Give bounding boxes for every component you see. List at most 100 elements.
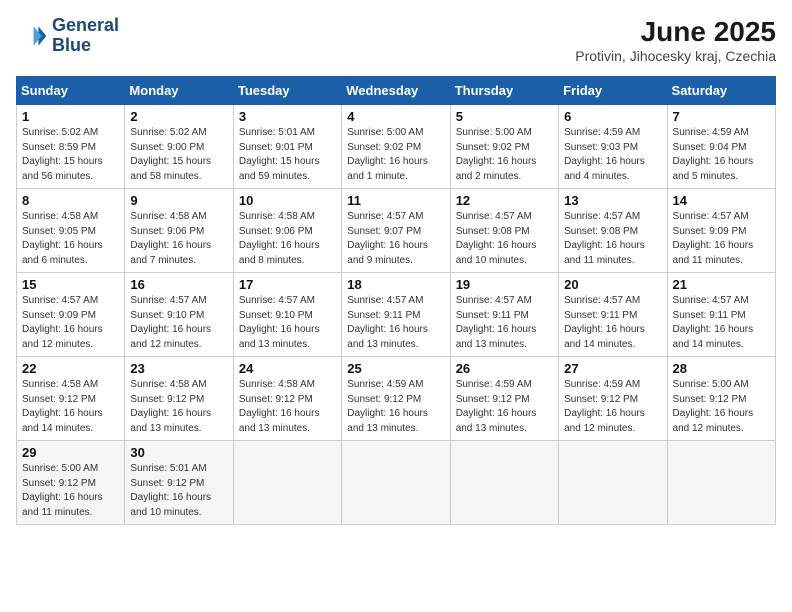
day-info: Sunrise: 5:00 AM Sunset: 9:02 PM Dayligh…	[456, 126, 553, 184]
header-sunday: Sunday	[17, 77, 125, 105]
table-row: 25Sunrise: 4:59 AM Sunset: 9:12 PM Dayli…	[342, 357, 450, 441]
day-number: 5	[456, 109, 553, 124]
day-info: Sunrise: 4:57 AM Sunset: 9:11 PM Dayligh…	[564, 294, 661, 352]
table-row: 3Sunrise: 5:01 AM Sunset: 9:01 PM Daylig…	[233, 105, 341, 189]
day-info: Sunrise: 4:58 AM Sunset: 9:06 PM Dayligh…	[239, 210, 336, 268]
calendar-week-row: 29Sunrise: 5:00 AM Sunset: 9:12 PM Dayli…	[17, 441, 776, 525]
calendar-title-area: June 2025 Protivin, Jihocesky kraj, Czec…	[575, 16, 776, 64]
day-info: Sunrise: 4:59 AM Sunset: 9:04 PM Dayligh…	[673, 126, 770, 184]
logo-icon	[16, 20, 48, 52]
day-info: Sunrise: 4:57 AM Sunset: 9:11 PM Dayligh…	[673, 294, 770, 352]
table-row: 1 Sunrise: 5:02 AM Sunset: 8:59 PM Daylig…	[17, 105, 125, 189]
table-row: 15Sunrise: 4:57 AM Sunset: 9:09 PM Dayli…	[17, 273, 125, 357]
table-row: 6 Sunrise: 4:59 AM Sunset: 9:03 PM Daylig…	[559, 105, 667, 189]
table-row: 21 Sunrise: 4:57 AM Sunset: 9:11 PM Dayli…	[667, 273, 775, 357]
calendar-week-row: 1 Sunrise: 5:02 AM Sunset: 8:59 PM Daylig…	[17, 105, 776, 189]
day-number: 9	[130, 193, 227, 208]
day-number: 25	[347, 361, 444, 376]
empty-cell	[559, 441, 667, 525]
day-info: Sunrise: 4:57 AM Sunset: 9:08 PM Dayligh…	[456, 210, 553, 268]
day-number: 17	[239, 277, 336, 292]
day-number: 6	[564, 109, 661, 124]
table-row: 23 Sunrise: 4:58 AM Sunset: 9:12 PM Dayli…	[125, 357, 233, 441]
table-row: 24 Sunrise: 4:58 AM Sunset: 9:12 PM Dayli…	[233, 357, 341, 441]
day-info: Sunrise: 4:58 AM Sunset: 9:12 PM Dayligh…	[130, 378, 227, 436]
table-row: 9Sunrise: 4:58 AM Sunset: 9:06 PM Daylig…	[125, 189, 233, 273]
weekday-header-row: Sunday Monday Tuesday Wednesday Thursday…	[17, 77, 776, 105]
table-row: 4 Sunrise: 5:00 AM Sunset: 9:02 PM Daylig…	[342, 105, 450, 189]
day-number: 19	[456, 277, 553, 292]
day-number: 24	[239, 361, 336, 376]
calendar-week-row: 8 Sunrise: 4:58 AM Sunset: 9:05 PM Daylig…	[17, 189, 776, 273]
calendar-subtitle: Protivin, Jihocesky kraj, Czechia	[575, 48, 776, 64]
day-number: 28	[673, 361, 770, 376]
day-number: 11	[347, 193, 444, 208]
day-number: 14	[673, 193, 770, 208]
table-row: 14 Sunrise: 4:57 AM Sunset: 9:09 PM Dayli…	[667, 189, 775, 273]
table-row: 16 Sunrise: 4:57 AM Sunset: 9:10 PM Dayli…	[125, 273, 233, 357]
table-row: 26 Sunrise: 4:59 AM Sunset: 9:12 PM Dayli…	[450, 357, 558, 441]
table-row: 29Sunrise: 5:00 AM Sunset: 9:12 PM Dayli…	[17, 441, 125, 525]
empty-cell	[233, 441, 341, 525]
day-number: 10	[239, 193, 336, 208]
day-number: 22	[22, 361, 119, 376]
day-info: Sunrise: 4:58 AM Sunset: 9:12 PM Dayligh…	[22, 378, 119, 436]
table-row: 7Sunrise: 4:59 AM Sunset: 9:04 PM Daylig…	[667, 105, 775, 189]
day-info: Sunrise: 5:00 AM Sunset: 9:12 PM Dayligh…	[673, 378, 770, 436]
day-number: 13	[564, 193, 661, 208]
header-friday: Friday	[559, 77, 667, 105]
empty-cell	[342, 441, 450, 525]
header-saturday: Saturday	[667, 77, 775, 105]
day-number: 16	[130, 277, 227, 292]
day-number: 12	[456, 193, 553, 208]
day-number: 30	[130, 445, 227, 460]
calendar-week-row: 15Sunrise: 4:57 AM Sunset: 9:09 PM Dayli…	[17, 273, 776, 357]
day-info: Sunrise: 4:57 AM Sunset: 9:11 PM Dayligh…	[347, 294, 444, 352]
table-row: 28 Sunrise: 5:00 AM Sunset: 9:12 PM Dayli…	[667, 357, 775, 441]
day-number: 2	[130, 109, 227, 124]
day-info: Sunrise: 5:01 AM Sunset: 9:12 PM Dayligh…	[130, 462, 227, 520]
table-row: 18Sunrise: 4:57 AM Sunset: 9:11 PM Dayli…	[342, 273, 450, 357]
day-info: Sunrise: 5:00 AM Sunset: 9:12 PM Dayligh…	[22, 462, 119, 520]
day-number: 4	[347, 109, 444, 124]
day-info: Sunrise: 4:57 AM Sunset: 9:10 PM Dayligh…	[239, 294, 336, 352]
table-row: 17 Sunrise: 4:57 AM Sunset: 9:10 PM Dayli…	[233, 273, 341, 357]
calendar-week-row: 22 Sunrise: 4:58 AM Sunset: 9:12 PM Dayli…	[17, 357, 776, 441]
day-info: Sunrise: 4:57 AM Sunset: 9:11 PM Dayligh…	[456, 294, 553, 352]
day-number: 21	[673, 277, 770, 292]
day-info: Sunrise: 5:01 AM Sunset: 9:01 PM Dayligh…	[239, 126, 336, 184]
day-info: Sunrise: 4:57 AM Sunset: 9:09 PM Dayligh…	[22, 294, 119, 352]
empty-cell	[450, 441, 558, 525]
header-tuesday: Tuesday	[233, 77, 341, 105]
table-row: 19 Sunrise: 4:57 AM Sunset: 9:11 PM Dayli…	[450, 273, 558, 357]
logo-text: General Blue	[52, 16, 119, 56]
day-number: 27	[564, 361, 661, 376]
day-info: Sunrise: 4:57 AM Sunset: 9:08 PM Dayligh…	[564, 210, 661, 268]
day-info: Sunrise: 5:02 AM Sunset: 8:59 PM Dayligh…	[22, 126, 119, 184]
table-row: 10 Sunrise: 4:58 AM Sunset: 9:06 PM Dayli…	[233, 189, 341, 273]
table-row: 11Sunrise: 4:57 AM Sunset: 9:07 PM Dayli…	[342, 189, 450, 273]
table-row: 8 Sunrise: 4:58 AM Sunset: 9:05 PM Daylig…	[17, 189, 125, 273]
day-info: Sunrise: 4:59 AM Sunset: 9:12 PM Dayligh…	[564, 378, 661, 436]
day-info: Sunrise: 5:00 AM Sunset: 9:02 PM Dayligh…	[347, 126, 444, 184]
day-info: Sunrise: 4:57 AM Sunset: 9:09 PM Dayligh…	[673, 210, 770, 268]
day-info: Sunrise: 4:59 AM Sunset: 9:03 PM Dayligh…	[564, 126, 661, 184]
table-row: 13 Sunrise: 4:57 AM Sunset: 9:08 PM Dayli…	[559, 189, 667, 273]
table-row: 22 Sunrise: 4:58 AM Sunset: 9:12 PM Dayli…	[17, 357, 125, 441]
day-number: 26	[456, 361, 553, 376]
table-row: 5 Sunrise: 5:00 AM Sunset: 9:02 PM Daylig…	[450, 105, 558, 189]
day-number: 23	[130, 361, 227, 376]
table-row: 30 Sunrise: 5:01 AM Sunset: 9:12 PM Dayli…	[125, 441, 233, 525]
page-header: General Blue June 2025 Protivin, Jihoces…	[16, 16, 776, 64]
day-info: Sunrise: 4:59 AM Sunset: 9:12 PM Dayligh…	[456, 378, 553, 436]
day-info: Sunrise: 4:57 AM Sunset: 9:10 PM Dayligh…	[130, 294, 227, 352]
table-row: 12 Sunrise: 4:57 AM Sunset: 9:08 PM Dayli…	[450, 189, 558, 273]
empty-cell	[667, 441, 775, 525]
day-info: Sunrise: 4:58 AM Sunset: 9:05 PM Dayligh…	[22, 210, 119, 268]
day-number: 8	[22, 193, 119, 208]
day-number: 1	[22, 109, 119, 124]
day-info: Sunrise: 4:58 AM Sunset: 9:12 PM Dayligh…	[239, 378, 336, 436]
day-number: 20	[564, 277, 661, 292]
table-row: 27 Sunrise: 4:59 AM Sunset: 9:12 PM Dayli…	[559, 357, 667, 441]
header-monday: Monday	[125, 77, 233, 105]
